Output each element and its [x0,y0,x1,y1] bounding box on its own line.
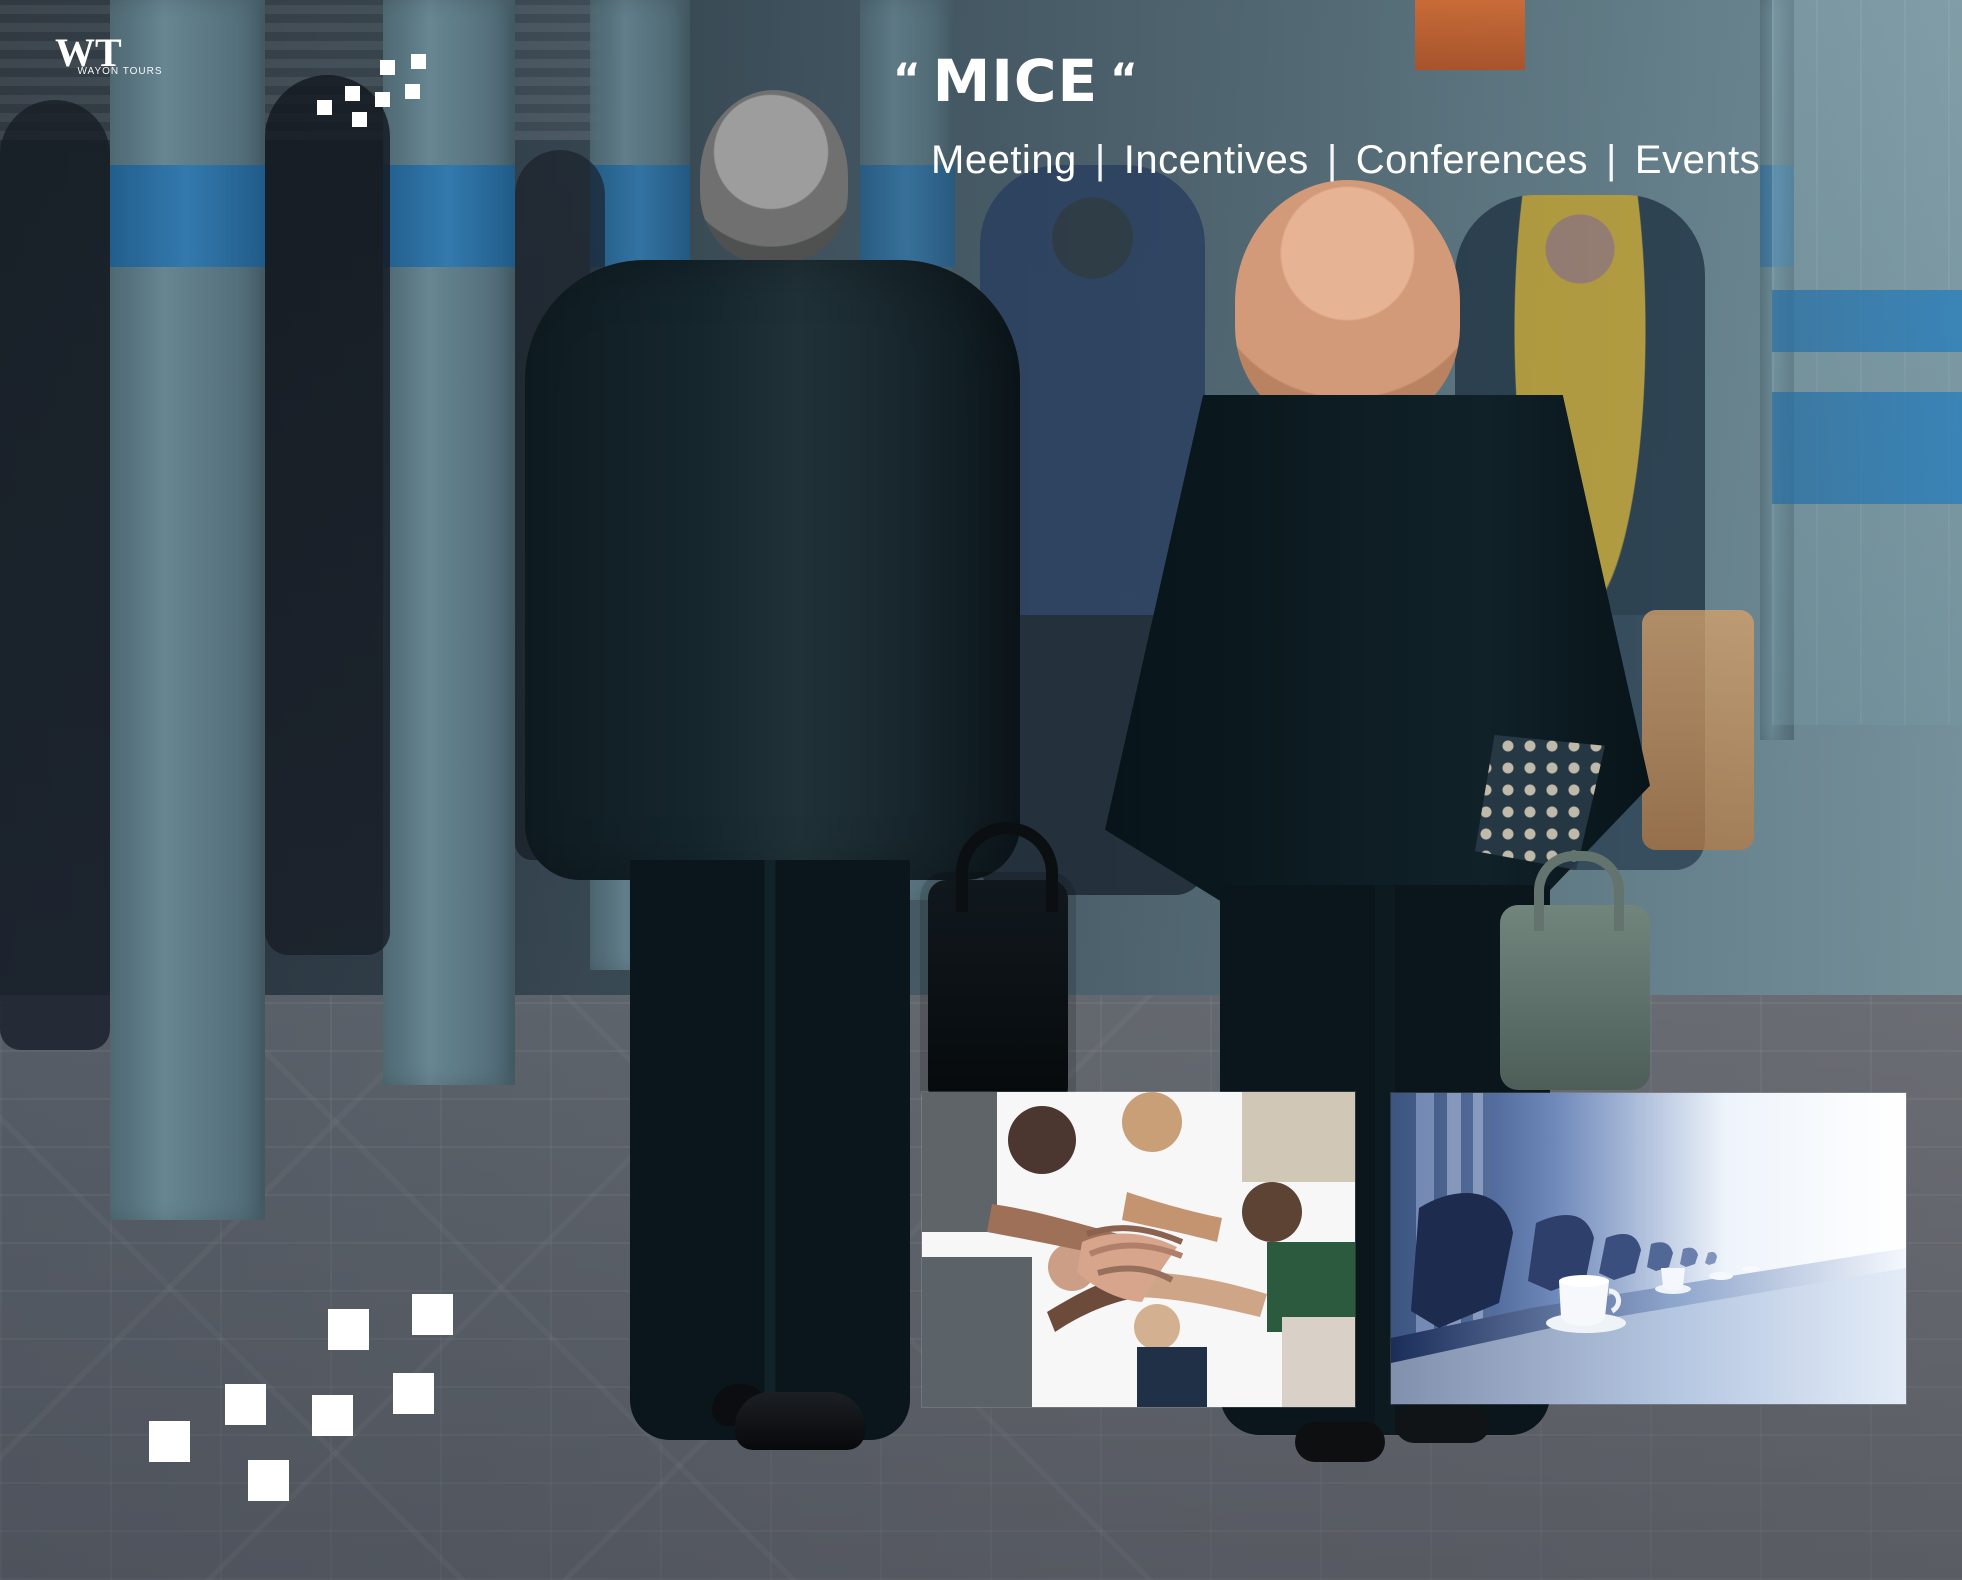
pixel-square [312,1395,353,1436]
pixel-square [317,100,332,115]
service-conferences: Conferences [1355,138,1588,182]
businessman-trousers [630,860,910,1440]
pixel-square [380,60,395,75]
pixel-square [328,1309,369,1350]
businesswoman-hair [1235,180,1460,425]
background-person-left [0,100,110,1050]
pixel-square [411,54,426,69]
logo-subtext: WAYON TOURS [77,66,163,77]
background-person-middle-left [265,75,390,955]
businessman-head [700,90,848,262]
separator: | [1326,138,1338,182]
glass-wall [1772,0,1962,725]
mice-headline: “ MICE “ Meeting | Incentives | Conferen… [893,52,1760,183]
businesswoman-bag [1500,851,1650,1090]
glass-band-top [1772,290,1962,352]
meeting-room-photo-icon [1391,1093,1906,1404]
separator: | [1094,138,1106,182]
businessman-jacket [525,260,1020,880]
businessman-bag [928,822,1068,1100]
pixel-square [375,92,390,107]
businessman-shoe-front [735,1392,865,1450]
team-photo [922,1092,1355,1407]
pillar-left-middle [383,0,515,1085]
pixel-square [405,84,420,99]
service-meeting: Meeting [931,138,1077,182]
shopping-bag [1642,610,1754,850]
page-title: MICE [932,47,1099,115]
pixel-square [225,1384,266,1425]
close-quote: “ [1110,54,1138,103]
open-quote: “ [893,54,921,103]
pixel-square [248,1460,289,1501]
service-incentives: Incentives [1123,138,1309,182]
pixel-square [393,1373,434,1414]
services-line: Meeting | Incentives | Conferences | Eve… [931,138,1760,183]
team-hands-photo-icon [922,1092,1355,1407]
pixel-square [149,1421,190,1462]
pixel-square [345,86,360,101]
separator: | [1606,138,1617,182]
pixel-square [412,1294,453,1335]
brand-logo: WT WAYON TOURS [53,32,179,102]
businesswoman-shoe-left [1295,1422,1385,1462]
mice-title-line: “ MICE “ [893,52,1760,110]
mice-hero-page: WT WAYON TOURS “ MICE “ Meeting | Incent… [0,0,1962,1580]
service-events: Events [1634,138,1761,182]
pixel-square [352,112,367,127]
glass-band-bottom [1772,392,1962,504]
meeting-room-photo [1391,1093,1906,1404]
pillar-left [110,0,265,1220]
businesswoman-shoe-right [1395,1405,1490,1443]
